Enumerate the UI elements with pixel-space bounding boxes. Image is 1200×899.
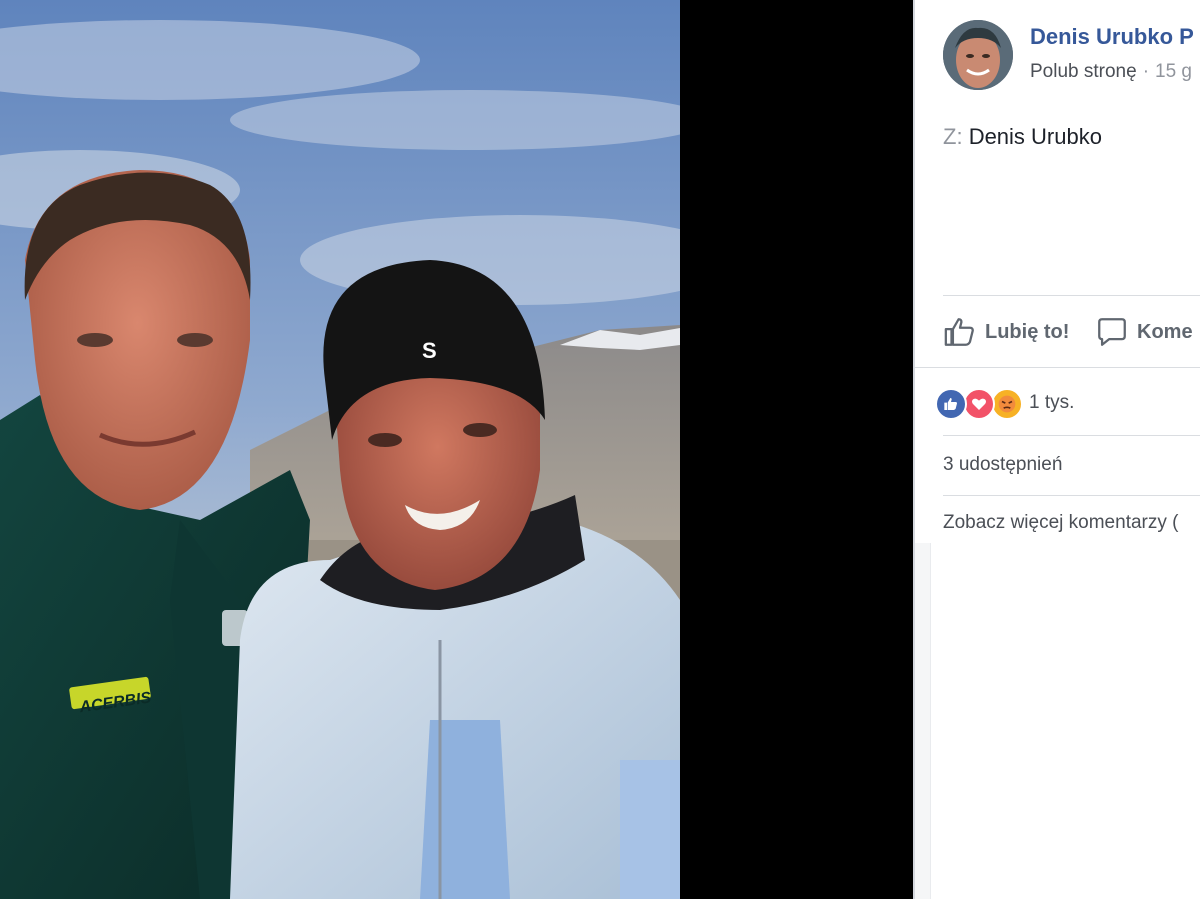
avatar-image bbox=[943, 20, 1013, 90]
like-page-link[interactable]: Polub stronę bbox=[1030, 61, 1137, 82]
like-button-label: Lubię to! bbox=[985, 320, 1070, 343]
shares-count-link[interactable]: 3 udostępnień bbox=[943, 454, 1062, 476]
divider bbox=[943, 295, 1200, 296]
reaction-icons bbox=[935, 386, 1025, 420]
comment-icon bbox=[1098, 318, 1126, 346]
hat-logo: S bbox=[422, 338, 437, 363]
view-more-comments-link[interactable]: Zobacz więcej komentarzy ( bbox=[943, 512, 1178, 534]
thumbs-up-icon bbox=[944, 318, 974, 346]
post-actions: Lubię to! Kome bbox=[943, 312, 1200, 352]
selfie-illustration: ACERBIS S bbox=[0, 0, 680, 899]
photo-viewer: ACERBIS S Denis Urubko P Polub stronę · … bbox=[0, 0, 1200, 899]
viewer-background bbox=[680, 0, 913, 899]
divider bbox=[943, 495, 1200, 496]
post-caption: Z: Denis Urubko bbox=[943, 124, 1102, 150]
divider bbox=[915, 367, 1200, 368]
comments-rail bbox=[915, 543, 930, 899]
comment-button-label: Kome bbox=[1137, 320, 1193, 343]
from-prefix: Z: bbox=[943, 124, 963, 149]
page-avatar[interactable] bbox=[943, 20, 1013, 90]
from-name: Denis Urubko bbox=[968, 124, 1102, 149]
post-timestamp[interactable]: 15 g bbox=[1155, 61, 1192, 82]
like-reaction-icon bbox=[935, 388, 967, 420]
reaction-count: 1 tys. bbox=[1029, 392, 1075, 413]
post-meta: Polub stronę · 15 g bbox=[1030, 61, 1192, 83]
love-reaction-icon bbox=[963, 388, 995, 420]
reactions-summary[interactable]: 1 tys. bbox=[935, 386, 1074, 420]
page-name-link[interactable]: Denis Urubko P bbox=[1030, 24, 1194, 50]
post-side-panel: Denis Urubko P Polub stronę · 15 g Z: Deni… bbox=[913, 0, 1200, 899]
angry-reaction-icon bbox=[991, 388, 1023, 420]
comments-section bbox=[930, 543, 1200, 899]
comment-button[interactable]: Kome bbox=[1095, 312, 1193, 352]
meta-separator: · bbox=[1142, 61, 1150, 82]
post-photo[interactable]: ACERBIS S bbox=[0, 0, 680, 899]
like-button[interactable]: Lubię to! bbox=[943, 312, 1069, 352]
divider bbox=[943, 435, 1200, 436]
